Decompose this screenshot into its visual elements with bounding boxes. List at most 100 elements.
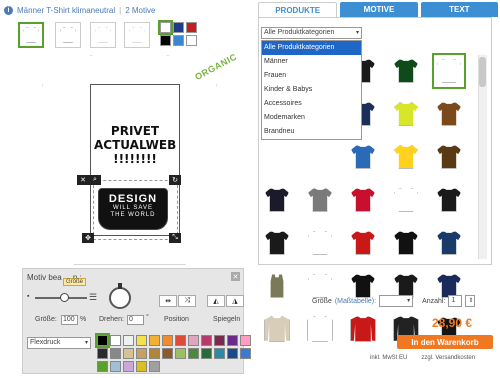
print-color-swatch[interactable] (149, 348, 160, 359)
size-select[interactable]: ▾ (379, 295, 414, 307)
shirt-color-swatch[interactable] (173, 22, 184, 33)
print-color-swatch[interactable] (97, 348, 108, 359)
product-name-link[interactable]: Männer T-Shirt klimaneutral (17, 6, 115, 15)
add-to-cart-button[interactable]: In den Warenkorb (397, 335, 493, 349)
product-thumbnail[interactable] (434, 141, 464, 173)
category-option[interactable]: Alle Produktkategorien (262, 41, 361, 55)
product-thumbnail[interactable] (391, 227, 421, 259)
print-color-swatch[interactable] (227, 335, 238, 346)
print-color-swatch[interactable] (201, 348, 212, 359)
product-thumbnail[interactable] (348, 227, 378, 259)
mirror-horizontal-button[interactable]: ◭ (207, 295, 225, 307)
print-color-swatch[interactable] (136, 361, 147, 372)
print-color-swatch[interactable] (227, 348, 238, 359)
print-color-swatch[interactable] (240, 348, 251, 359)
mirror-vertical-button[interactable]: ◮ (226, 295, 244, 307)
product-thumbnail[interactable] (432, 53, 466, 89)
shirt-icon (437, 231, 461, 255)
product-thumbnail[interactable] (434, 98, 464, 130)
shirt-color-swatch[interactable] (186, 35, 197, 46)
rotate-motif-icon[interactable]: ↻ (169, 175, 181, 185)
category-option[interactable]: Frauen (262, 69, 361, 83)
product-thumbnail[interactable] (348, 184, 378, 216)
shirt-color-swatch[interactable] (173, 35, 184, 46)
shirt-color-swatch[interactable] (186, 22, 197, 33)
category-option[interactable]: Accessoires (262, 97, 361, 111)
print-color-swatch[interactable] (162, 348, 173, 359)
product-thumbnail[interactable] (262, 313, 292, 345)
product-thumbnail[interactable] (262, 184, 292, 216)
move-motif-icon[interactable]: ✥ (82, 233, 94, 243)
print-color-swatch[interactable] (188, 348, 199, 359)
print-color-swatch[interactable] (110, 335, 121, 346)
print-type-select[interactable]: Flexdruck ▾ (27, 337, 91, 349)
size-slider-handle[interactable] (60, 293, 69, 302)
scale-motif-icon[interactable]: ⤡ (169, 233, 181, 243)
product-thumbnail[interactable] (348, 313, 378, 345)
product-thumbnail[interactable] (305, 227, 335, 259)
shirt-color-swatch[interactable] (158, 20, 173, 35)
product-thumbnail[interactable] (434, 227, 464, 259)
rotate-knob[interactable] (109, 287, 131, 309)
center-vertical-button[interactable]: ⤨ (178, 295, 196, 307)
print-color-swatch[interactable] (149, 361, 160, 372)
print-color-swatch[interactable] (95, 333, 110, 348)
product-thumbnail[interactable] (305, 184, 335, 216)
print-color-swatch[interactable] (123, 335, 134, 346)
tab-motive[interactable]: MOTIVE (340, 2, 418, 17)
zoom-motif-icon[interactable]: ⌕ (89, 175, 101, 185)
size-chart-link[interactable]: (Maßtabelle): (335, 298, 376, 305)
close-icon[interactable]: ✕ (231, 272, 240, 281)
motive-count-link[interactable]: 2 Motive (125, 6, 155, 15)
shirt-color-picker (158, 20, 202, 46)
view-back[interactable] (55, 22, 81, 48)
delete-motif-icon[interactable]: ✕ (77, 175, 89, 185)
print-color-swatch[interactable] (149, 335, 160, 346)
print-color-swatch[interactable] (201, 335, 212, 346)
design-logo-motif[interactable]: DESIGN WILL SAVE THE WORLD (98, 188, 168, 230)
product-thumbnail[interactable] (391, 98, 421, 130)
print-color-swatch[interactable] (97, 361, 108, 372)
print-color-swatch[interactable] (240, 335, 251, 346)
print-color-swatch[interactable] (188, 335, 199, 346)
print-color-swatch[interactable] (175, 348, 186, 359)
shirt-icon (437, 102, 461, 126)
print-color-swatch[interactable] (214, 348, 225, 359)
product-thumbnail[interactable] (305, 313, 335, 345)
product-thumbnail[interactable] (348, 141, 378, 173)
center-horizontal-button[interactable]: ⇹ (159, 295, 177, 307)
print-color-swatch[interactable] (136, 348, 147, 359)
product-thumbnail[interactable] (262, 270, 292, 302)
shirt-color-swatch[interactable] (160, 35, 171, 46)
product-thumbnail[interactable] (391, 184, 421, 216)
product-thumbnail[interactable] (262, 227, 292, 259)
grid-scrollbar-thumb[interactable] (479, 57, 486, 87)
info-icon[interactable]: i (4, 5, 13, 15)
print-color-swatch[interactable] (123, 361, 134, 372)
print-color-swatch[interactable] (110, 348, 121, 359)
view-left[interactable] (90, 22, 116, 48)
product-thumbnail[interactable] (391, 141, 421, 173)
print-color-swatch[interactable] (162, 335, 173, 346)
print-color-swatch[interactable] (136, 335, 147, 346)
print-color-swatch[interactable] (214, 335, 225, 346)
tab-produkte[interactable]: PRODUKTE (258, 2, 338, 17)
product-thumbnail[interactable] (434, 184, 464, 216)
quantity-stepper[interactable]: ⇕ (465, 295, 476, 307)
view-right[interactable] (124, 22, 150, 48)
rotate-input[interactable]: 0 (127, 315, 144, 325)
category-select[interactable]: Alle Produktkategorien ▾ (261, 27, 362, 39)
print-color-swatch[interactable] (123, 348, 134, 359)
text-motif[interactable]: PRIVET ACTUALWEB !!!!!!!! (94, 124, 176, 166)
print-color-swatch[interactable] (110, 361, 121, 372)
product-thumbnail[interactable] (391, 55, 421, 87)
category-option[interactable]: Männer (262, 55, 361, 69)
tab-text[interactable]: TEXT (420, 2, 498, 17)
size-input[interactable]: 100 (61, 315, 78, 325)
category-option[interactable]: Brandneu (262, 125, 361, 139)
category-option[interactable]: Kinder & Babys (262, 83, 361, 97)
quantity-input[interactable]: 1 (448, 295, 463, 307)
print-color-swatch[interactable] (175, 335, 186, 346)
category-option[interactable]: Modemarken (262, 111, 361, 125)
view-front[interactable] (18, 22, 44, 48)
